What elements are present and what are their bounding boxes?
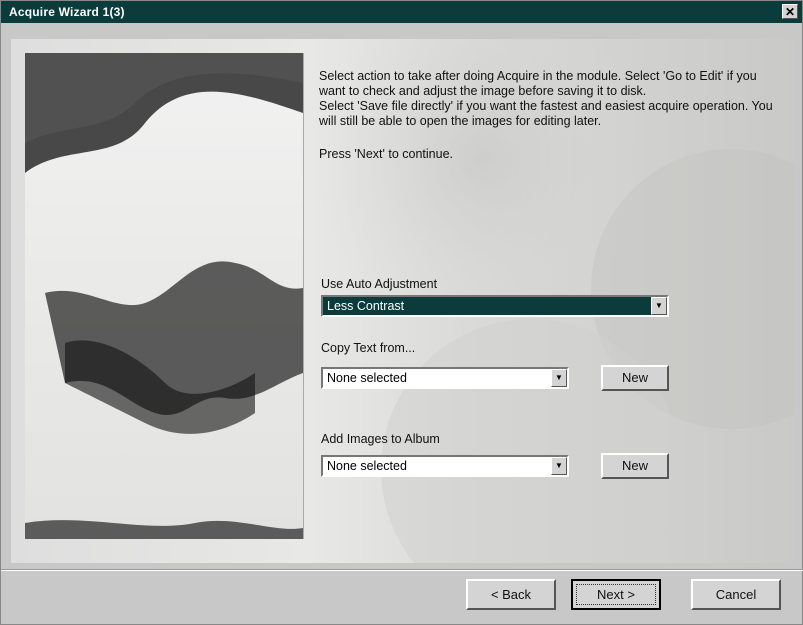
instruction-text-2: Select 'Save file directly' if you want … <box>319 99 773 128</box>
wizard-image <box>25 53 304 539</box>
album-dropdown[interactable]: None selected ▼ <box>321 455 569 477</box>
acquire-wizard-window: Acquire Wizard 1(3) ✕ Select action to t… <box>0 0 803 625</box>
cancel-button[interactable]: Cancel <box>691 579 781 610</box>
instruction-continue: Press 'Next' to continue. <box>319 147 454 161</box>
close-icon: ✕ <box>784 5 796 19</box>
next-button-label: Next > <box>597 587 635 602</box>
window-title: Acquire Wizard 1(3) <box>9 5 125 19</box>
back-button[interactable]: < Back <box>466 579 556 610</box>
chevron-down-icon[interactable]: ▼ <box>551 457 567 475</box>
chevron-down-icon[interactable]: ▼ <box>651 297 667 315</box>
copy-text-label: Copy Text from... <box>321 341 416 355</box>
close-button[interactable]: ✕ <box>782 4 798 19</box>
footer-separator <box>1 569 803 571</box>
copy-text-new-button[interactable]: New <box>601 365 669 391</box>
album-new-label: New <box>621 458 648 473</box>
next-button[interactable]: Next > <box>571 579 661 610</box>
copy-text-dropdown[interactable]: None selected ▼ <box>321 367 569 389</box>
instructions: Select action to take after doing Acquir… <box>319 69 779 162</box>
title-bar[interactable]: Acquire Wizard 1(3) ✕ <box>1 1 802 23</box>
wizard-content: Select action to take after doing Acquir… <box>11 39 794 563</box>
auto-adjust-dropdown[interactable]: Less Contrast ▼ <box>321 295 669 317</box>
chevron-down-icon[interactable]: ▼ <box>551 369 567 387</box>
album-label: Add Images to Album <box>321 432 440 446</box>
back-button-label: < Back <box>490 587 532 602</box>
auto-adjust-label: Use Auto Adjustment <box>321 277 438 291</box>
copy-text-new-label: New <box>621 370 648 385</box>
album-value: None selected <box>327 459 407 473</box>
gear-illustration <box>25 53 303 539</box>
copy-text-value: None selected <box>327 371 407 385</box>
auto-adjust-value: Less Contrast <box>327 299 405 313</box>
cancel-button-label: Cancel <box>715 587 757 602</box>
instruction-text-1: Select action to take after doing Acquir… <box>319 69 757 98</box>
album-new-button[interactable]: New <box>601 453 669 479</box>
